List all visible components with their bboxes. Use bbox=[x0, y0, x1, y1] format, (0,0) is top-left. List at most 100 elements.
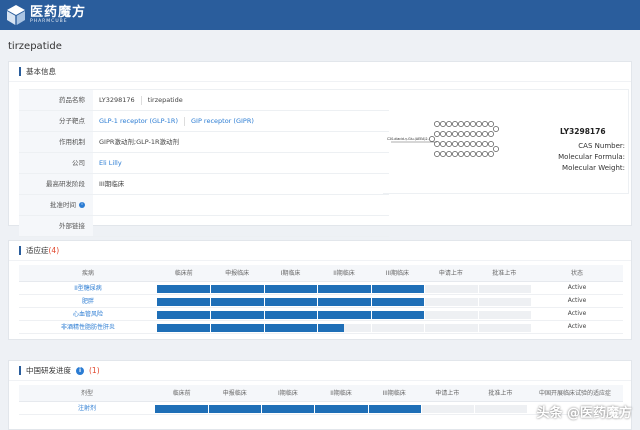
column-header: 批准上市 bbox=[488, 390, 513, 398]
indication-name-link[interactable]: 肥胖 bbox=[19, 294, 157, 308]
stage-divider bbox=[314, 404, 316, 413]
china-progress-header: 中国研发进度 i (1) bbox=[9, 361, 631, 381]
basic-info-table: 药品名称 LY3298176 tirzepatide 分子靶点 GLP-1 re… bbox=[19, 89, 389, 237]
indications-title: 适应症 bbox=[26, 246, 49, 255]
stage-divider bbox=[210, 284, 212, 293]
column-header: III期临床 bbox=[385, 270, 410, 278]
stage-divider bbox=[210, 297, 212, 306]
progress-track bbox=[157, 310, 531, 319]
structure-side-chain-label: C20-diacid-γ-Glu-(AEEA)2- bbox=[387, 137, 429, 141]
progress-cell bbox=[155, 401, 527, 415]
indication-name-link[interactable]: 心血管风险 bbox=[19, 307, 157, 321]
page-title: tirzepatide bbox=[8, 41, 62, 52]
status-cell: Active bbox=[531, 294, 623, 308]
section-marker bbox=[19, 366, 21, 375]
section-marker bbox=[19, 67, 21, 76]
peptide-structure-image: C20-diacid-γ-Glu-(AEEA)2- bbox=[387, 121, 499, 157]
target-link-glp1r[interactable]: GLP-1 receptor (GLP-1R) bbox=[99, 111, 178, 132]
info-row-mechanism: 作用机制 GIPR激动剂;GLP-1R激动剂 bbox=[19, 132, 389, 153]
basic-info-panel: 基本信息 药品名称 LY3298176 tirzepatide 分子靶点 GLP… bbox=[8, 61, 632, 237]
indications-panel: 适应症 (4) 疾病 临床前 申报临床 I期临床 II期临床 III期临床 申请… bbox=[8, 240, 632, 340]
table-row: 非酒精性脂肪性肝炎 Active bbox=[19, 320, 623, 334]
info-icon[interactable]: i bbox=[76, 366, 84, 375]
column-header: 批准上市 bbox=[492, 270, 517, 278]
brand-logo[interactable]: 医药魔方 PHARMCUBE bbox=[6, 3, 86, 27]
basic-info-header: 基本信息 bbox=[9, 62, 631, 82]
table-row: 注射剂 bbox=[19, 401, 623, 415]
indications-table: 疾病 临床前 申报临床 I期临床 II期临床 III期临床 申请上市 批准上市 … bbox=[19, 265, 623, 334]
info-key: 外部链接 bbox=[19, 216, 93, 236]
stage-headers: 临床前 申报临床 I期临床 II期临床 III期临床 申请上市 批准上市 bbox=[157, 265, 531, 282]
indication-name-link[interactable]: 非酒精性脂肪性肝炎 bbox=[19, 320, 157, 334]
stage-divider bbox=[263, 297, 265, 306]
drug-generic-name: tirzepatide bbox=[147, 95, 183, 104]
stage-divider bbox=[263, 310, 265, 319]
cas-number-label: CAS Number: bbox=[578, 142, 625, 150]
stage-divider bbox=[263, 323, 265, 332]
china-progress-title: 中国研发进度 bbox=[26, 366, 71, 375]
progress-cell bbox=[157, 307, 531, 321]
section-marker bbox=[19, 246, 21, 255]
column-header: 中国开展临床试验的适应症 bbox=[527, 385, 623, 402]
progress-bar bbox=[157, 284, 425, 293]
info-row-highest-phase: 最高研发阶段 III期临床 bbox=[19, 174, 389, 195]
cube-logo-icon bbox=[7, 5, 25, 25]
info-key: 批准时间 i bbox=[19, 195, 93, 215]
stage-divider bbox=[367, 404, 369, 413]
status-cell: Active bbox=[531, 307, 623, 321]
stage-divider bbox=[473, 404, 475, 413]
column-header: 状态 bbox=[531, 265, 623, 282]
table-header-row: 疾病 临床前 申报临床 I期临床 II期临床 III期临床 申请上市 批准上市 … bbox=[19, 265, 623, 282]
info-row-drug-name: 药品名称 LY3298176 tirzepatide bbox=[19, 90, 389, 111]
column-header: I期临床 bbox=[277, 390, 298, 398]
progress-cell bbox=[157, 320, 531, 334]
stage-divider bbox=[261, 404, 263, 413]
column-header: 剂型 bbox=[19, 385, 155, 402]
indication-name-link[interactable]: II型糖尿病 bbox=[19, 281, 157, 295]
stage-divider bbox=[477, 297, 479, 306]
stage-headers: 临床前 申报临床 I期临床 II期临床 III期临床 申请上市 批准上市 bbox=[155, 385, 527, 402]
china-progress-table: 剂型 临床前 申报临床 I期临床 II期临床 III期临床 申请上市 批准上市 … bbox=[19, 385, 623, 415]
approval-date-label: 批准时间 bbox=[50, 200, 76, 209]
column-header: 申报临床 bbox=[225, 270, 250, 278]
molecule-properties: CAS Number: Molecular Formula: Molecular… bbox=[558, 141, 625, 174]
info-icon[interactable]: i bbox=[79, 202, 85, 208]
stage-divider bbox=[424, 297, 426, 306]
divider bbox=[183, 116, 185, 126]
mechanism-value: GIPR激动剂;GLP-1R激动剂 bbox=[99, 137, 180, 146]
progress-track bbox=[155, 404, 527, 413]
stage-divider bbox=[370, 284, 372, 293]
info-row-company: 公司 Eli Lilly bbox=[19, 153, 389, 174]
dosage-form-name-link[interactable]: 注射剂 bbox=[19, 401, 155, 415]
progress-bar bbox=[157, 323, 344, 332]
molecular-weight-label: Molecular Weight: bbox=[562, 164, 625, 172]
stage-divider bbox=[370, 323, 372, 332]
progress-bar bbox=[157, 297, 425, 306]
column-header: II期临床 bbox=[330, 390, 352, 398]
stage-divider bbox=[477, 284, 479, 293]
column-header: II期临床 bbox=[333, 270, 355, 278]
stage-divider bbox=[370, 297, 372, 306]
progress-bar bbox=[155, 404, 421, 413]
molecule-name: LY3298176 bbox=[560, 127, 606, 136]
basic-info-title: 基本信息 bbox=[26, 67, 56, 76]
info-key: 分子靶点 bbox=[19, 111, 93, 131]
indications-header: 适应症 (4) bbox=[9, 241, 631, 261]
column-header: 申请上市 bbox=[438, 270, 463, 278]
watermark: 头条 @医药魔方 bbox=[536, 406, 632, 421]
column-header: III期临床 bbox=[382, 390, 406, 398]
divider bbox=[140, 95, 142, 105]
table-header-row: 剂型 临床前 申报临床 I期临床 II期临床 III期临床 申请上市 批准上市 … bbox=[19, 385, 623, 402]
progress-track bbox=[157, 323, 531, 332]
column-header: 疾病 bbox=[19, 265, 157, 282]
info-row-external-links: 外部链接 bbox=[19, 216, 389, 237]
stage-divider bbox=[477, 310, 479, 319]
target-link-gipr[interactable]: GIP receptor (GIPR) bbox=[191, 111, 254, 132]
stage-divider bbox=[424, 323, 426, 332]
column-header: 申请上市 bbox=[435, 390, 460, 398]
molecular-formula-label: Molecular Formula: bbox=[558, 153, 625, 161]
company-link[interactable]: Eli Lilly bbox=[99, 153, 122, 174]
stage-divider bbox=[477, 323, 479, 332]
column-header: 临床前 bbox=[174, 270, 193, 278]
table-row: 肥胖 Active bbox=[19, 294, 623, 308]
